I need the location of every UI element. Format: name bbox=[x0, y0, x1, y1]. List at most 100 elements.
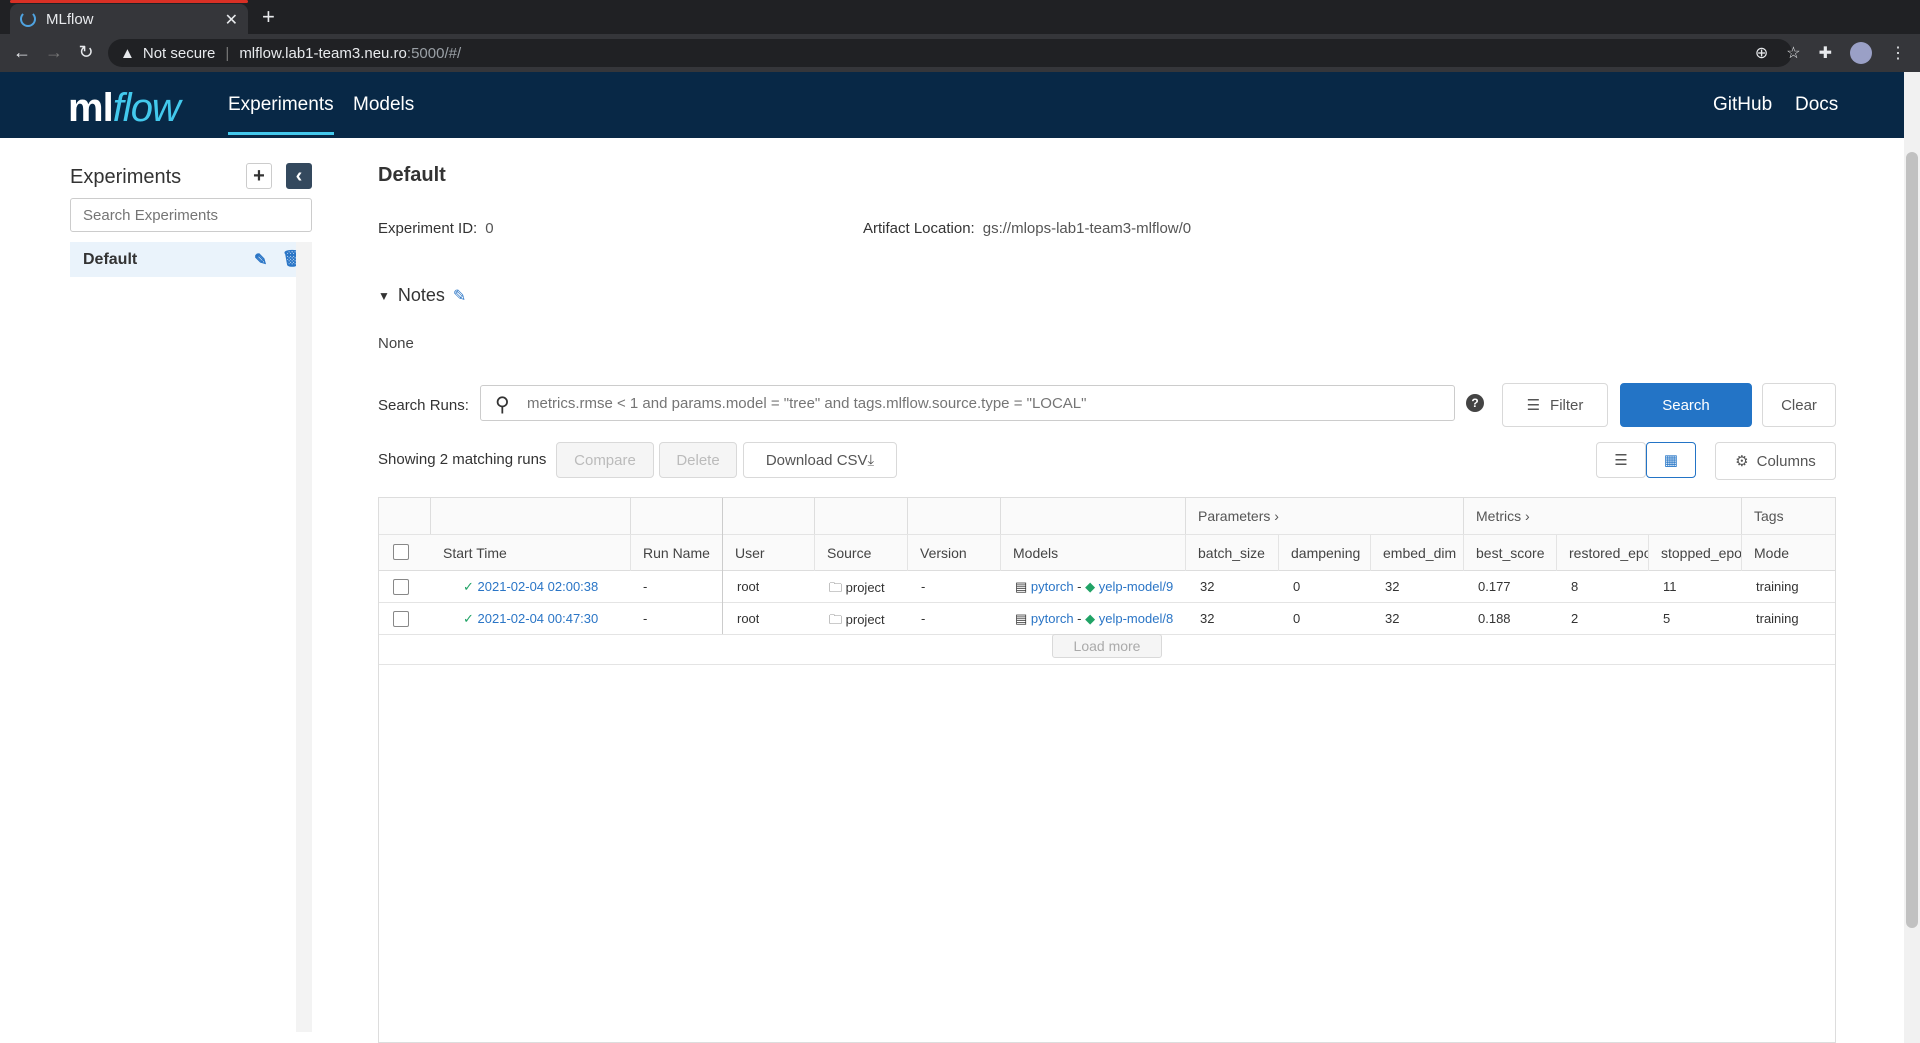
grid-icon: ▦ bbox=[1663, 452, 1679, 469]
nav-docs[interactable]: Docs bbox=[1795, 94, 1838, 116]
sidebar-scrollbar[interactable] bbox=[296, 242, 312, 1032]
user-cell: root bbox=[737, 579, 760, 594]
filter-button[interactable]: ☰ Filter bbox=[1502, 383, 1608, 427]
caret-down-icon[interactable]: ▼ bbox=[378, 289, 390, 303]
sidebar-item-default[interactable]: Default ✎ 🗑 bbox=[70, 242, 302, 277]
tab-title: MLflow bbox=[46, 10, 94, 28]
close-icon[interactable]: ✕ bbox=[225, 10, 238, 30]
col-mode[interactable]: Mode bbox=[1742, 535, 1835, 571]
best-score-cell: 0.188 bbox=[1478, 611, 1511, 626]
clear-button[interactable]: Clear bbox=[1762, 383, 1836, 427]
row-checkbox[interactable] bbox=[393, 579, 409, 595]
model-file-icon: ▤ bbox=[1015, 579, 1028, 594]
nav-github[interactable]: GitHub bbox=[1713, 94, 1772, 116]
compare-button[interactable]: Compare bbox=[556, 442, 654, 478]
edit-icon[interactable]: ✎ bbox=[254, 250, 267, 270]
models-cell[interactable]: ▤ pytorch - ◆ yelp-model/8 bbox=[1015, 611, 1183, 627]
experiment-id-label: Experiment ID: bbox=[378, 220, 478, 237]
chevron-right-icon: › bbox=[1525, 508, 1530, 524]
edit-notes-icon[interactable]: ✎ bbox=[453, 286, 466, 306]
models-cell[interactable]: ▤ pytorch - ◆ yelp-model/9 bbox=[1015, 579, 1183, 595]
select-all-checkbox[interactable] bbox=[393, 544, 409, 560]
row-checkbox[interactable] bbox=[393, 611, 409, 627]
collapse-sidebar-button[interactable]: ‹ bbox=[286, 163, 312, 189]
model-flavor-link[interactable]: pytorch bbox=[1031, 611, 1074, 626]
batch-size-cell: 32 bbox=[1200, 579, 1215, 594]
list-view-button[interactable]: ☰ bbox=[1596, 442, 1646, 478]
star-icon[interactable]: ☆ bbox=[1786, 43, 1800, 63]
browser-tab[interactable]: MLflow ✕ bbox=[10, 4, 248, 34]
page-title: Default bbox=[378, 164, 446, 186]
back-icon[interactable]: ← bbox=[10, 42, 34, 63]
logo-flow: flow bbox=[112, 86, 181, 130]
search-button[interactable]: Search bbox=[1620, 383, 1752, 427]
col-version[interactable]: Version bbox=[908, 535, 1001, 571]
group-blank bbox=[1001, 498, 1186, 534]
start-time-cell[interactable]: ✓ 2021-02-04 00:47:30 bbox=[463, 611, 598, 627]
best-score-cell: 0.177 bbox=[1478, 579, 1511, 594]
source-label: project bbox=[845, 612, 885, 627]
col-best-score[interactable]: best_score bbox=[1464, 535, 1557, 571]
reload-icon[interactable]: ↻ bbox=[74, 42, 98, 63]
source-label: project bbox=[845, 580, 885, 595]
nav-models[interactable]: Models bbox=[353, 94, 414, 116]
address-bar[interactable]: ▲ Not secure | mlflow.lab1-team3.neu.ro … bbox=[108, 39, 1792, 67]
forward-icon[interactable]: → bbox=[42, 42, 66, 63]
dampening-cell: 0 bbox=[1293, 611, 1301, 626]
mlflow-logo[interactable]: mlflow bbox=[68, 86, 181, 131]
search-runs-box[interactable]: ⚲ bbox=[480, 385, 1455, 421]
notes-header[interactable]: ▼ Notes ✎ bbox=[378, 285, 466, 306]
col-models[interactable]: Models bbox=[1001, 535, 1186, 571]
col-batch-size[interactable]: batch_size bbox=[1186, 535, 1279, 571]
logo-ml: ml bbox=[68, 86, 114, 130]
delete-button[interactable]: Delete bbox=[659, 442, 737, 478]
group-parameters[interactable]: Parameters › bbox=[1186, 498, 1464, 534]
extensions-icon[interactable]: ✚ bbox=[1819, 43, 1832, 63]
table-view-button[interactable]: ▦ bbox=[1646, 442, 1696, 478]
tags-label: Tags bbox=[1754, 508, 1784, 524]
menu-icon[interactable]: ⋮ bbox=[1890, 43, 1906, 63]
source-cell[interactable]: 🗀 project bbox=[829, 611, 885, 633]
model-name-link[interactable]: yelp-model/8 bbox=[1099, 611, 1173, 626]
folder-icon: 🗀 bbox=[829, 612, 843, 627]
col-run-name[interactable]: Run Name bbox=[631, 535, 723, 571]
col-stopped-epoch[interactable]: stopped_epo bbox=[1649, 535, 1742, 571]
table-row[interactable]: ✓ 2021-02-04 02:00:38 - root 🗀 project -… bbox=[379, 571, 1835, 603]
help-icon[interactable]: ? bbox=[1466, 394, 1484, 412]
add-experiment-button[interactable]: + bbox=[246, 163, 272, 189]
source-cell[interactable]: 🗀 project bbox=[829, 579, 885, 601]
col-restored-epoch[interactable]: restored_epo bbox=[1557, 535, 1649, 571]
model-name-link[interactable]: yelp-model/9 bbox=[1099, 579, 1173, 594]
col-source[interactable]: Source bbox=[815, 535, 908, 571]
page-scrollbar[interactable] bbox=[1904, 72, 1920, 1043]
download-label: Download CSV bbox=[765, 451, 868, 469]
search-runs-input[interactable] bbox=[525, 386, 1445, 420]
search-runs-row: Search Runs: ⚲ ? ☰ Filter Search Clear bbox=[378, 383, 1836, 427]
zoom-icon[interactable]: ⊕ bbox=[1755, 43, 1768, 63]
filter-label: Filter bbox=[1550, 396, 1584, 414]
url-path: :5000/#/ bbox=[406, 44, 462, 62]
table-row[interactable]: ✓ 2021-02-04 00:47:30 - root 🗀 project -… bbox=[379, 603, 1835, 635]
group-blank bbox=[379, 498, 431, 534]
new-tab-icon[interactable]: + bbox=[262, 4, 275, 30]
download-csv-button[interactable]: Download CSV ⤓ bbox=[743, 442, 897, 478]
run-link[interactable]: 2021-02-04 02:00:38 bbox=[478, 579, 599, 594]
col-embed-dim[interactable]: embed_dim bbox=[1371, 535, 1464, 571]
group-metrics[interactable]: Metrics › bbox=[1464, 498, 1742, 534]
load-more-button[interactable]: Load more bbox=[1052, 634, 1162, 658]
start-time-cell[interactable]: ✓ 2021-02-04 02:00:38 bbox=[463, 579, 598, 595]
col-start-time[interactable]: Start Time bbox=[431, 535, 631, 571]
run-link[interactable]: 2021-02-04 00:47:30 bbox=[478, 611, 599, 626]
columns-button[interactable]: ⚙ Columns bbox=[1715, 442, 1836, 480]
nav-experiments[interactable]: Experiments bbox=[228, 94, 334, 135]
model-flavor-link[interactable]: pytorch bbox=[1031, 579, 1074, 594]
scrollbar-thumb[interactable] bbox=[1906, 152, 1918, 928]
artifact-location: Artifact Location: gs://mlops-lab1-team3-… bbox=[863, 220, 1191, 237]
search-experiments-input[interactable] bbox=[70, 198, 312, 232]
avatar[interactable] bbox=[1850, 42, 1872, 64]
col-user[interactable]: User bbox=[723, 535, 815, 571]
filter-icon: ☰ bbox=[1526, 397, 1541, 414]
batch-size-cell: 32 bbox=[1200, 611, 1215, 626]
embed-dim-cell: 32 bbox=[1385, 579, 1400, 594]
col-dampening[interactable]: dampening bbox=[1279, 535, 1371, 571]
